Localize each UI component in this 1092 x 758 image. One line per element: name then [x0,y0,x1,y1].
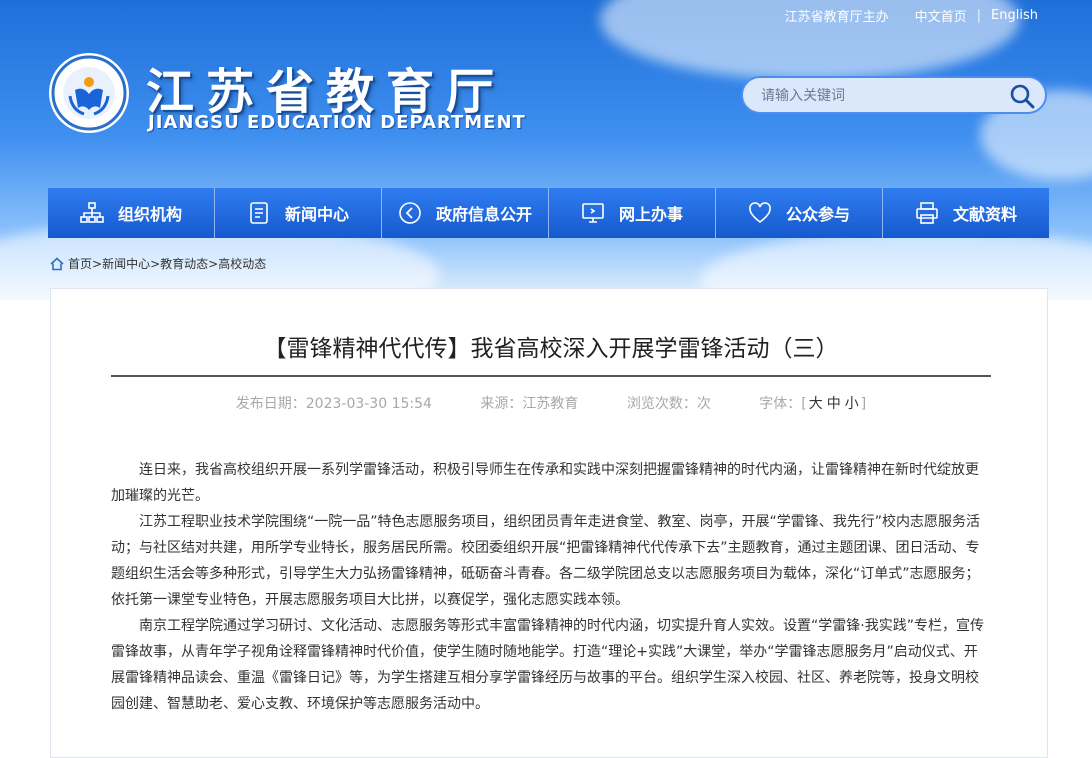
nav-item-online-service[interactable]: 网上办事 [549,188,716,238]
nav-label: 组织机构 [117,205,182,224]
search-input[interactable] [759,78,1003,114]
publish-date: 发布日期：2023-03-30 15:54 [235,396,432,412]
main-nav: 组织机构 新闻中心 政府信息公开 网上办事 公众参与 文献资料 [48,188,1049,238]
nav-label: 政府信息公开 [435,205,532,224]
article-source: 来源：江苏教育 [480,396,579,412]
font-size-control: 字体：[大中小] [759,396,866,412]
breadcrumb-university-news[interactable]: 高校动态 [218,255,266,272]
sponsor-link[interactable]: 江苏省教育厅主办 [785,6,889,25]
department-logo-icon[interactable] [48,52,130,134]
breadcrumb-news-center[interactable]: 新闻中心 [102,255,150,272]
article-paragraph: 江苏工程职业技术学院围绕“一院一品”特色志愿服务项目，组织团员青年走进食堂、教室… [111,514,981,608]
printer-icon [916,202,938,224]
font-size-medium[interactable]: 中 [827,396,841,412]
nav-label: 网上办事 [618,205,683,224]
breadcrumb-home[interactable]: 首页 [68,255,92,272]
breadcrumb-separator: > [92,256,103,271]
home-icon [50,256,64,270]
article-paragraph: 连日来，我省高校组织开展一系列学雷锋活动，积极引导师生在传承和实践中深刻把握雷锋… [111,462,979,504]
breadcrumb-education-news[interactable]: 教育动态 [160,255,208,272]
font-size-large[interactable]: 大 [809,396,823,412]
top-links: 江苏省教育厅主办 中文首页 | English [785,6,1038,25]
nav-label: 公众参与 [785,205,850,224]
nav-item-gov-info[interactable]: 政府信息公开 [382,188,549,238]
nav-item-news[interactable]: 新闻中心 [215,188,382,238]
org-chart-icon [80,202,104,223]
title-divider [111,375,991,377]
font-size-small[interactable]: 小 [845,396,859,412]
nav-item-public-participation[interactable]: 公众参与 [716,188,883,238]
breadcrumb: 首页 > 新闻中心 > 教育动态 > 高校动态 [50,255,266,272]
open-info-icon [399,202,421,224]
font-size-label: 字体：[ [759,396,807,412]
article-meta: 发布日期：2023-03-30 15:54 来源：江苏教育 浏览次数：次 字体：… [111,393,991,413]
monitor-icon [582,203,604,223]
heart-icon [749,202,771,224]
search-box [741,76,1047,114]
nav-label: 新闻中心 [284,205,349,224]
article-title: 【雷锋精神代代传】我省高校深入开展学雷锋活动（三） [263,336,839,362]
top-separator: | [976,8,982,23]
site-title-en: JIANGSU EDUCATION DEPARTMENT [148,112,526,133]
view-count: 浏览次数：次 [626,396,711,412]
nav-item-documents[interactable]: 文献资料 [883,188,1049,238]
nav-label: 文献资料 [952,205,1017,224]
chinese-home-link[interactable]: 中文首页 [915,6,967,25]
article-body: 连日来，我省高校组织开展一系列学雷锋活动，积极引导师生在传承和实践中深刻把握雷锋… [111,457,991,717]
breadcrumb-separator: > [150,256,161,271]
font-size-close: ] [860,396,867,412]
search-icon[interactable] [1009,83,1035,109]
english-link[interactable]: English [991,8,1038,23]
article-panel: 【雷锋精神代代传】我省高校深入开展学雷锋活动（三） 发布日期：2023-03-3… [50,288,1048,758]
article-paragraph: 南京工程学院通过学习研讨、文化活动、志愿服务等形式丰富雷锋精神的时代内涵，切实提… [111,618,984,712]
nav-item-organization[interactable]: 组织机构 [48,188,215,238]
breadcrumb-separator: > [208,256,219,271]
document-icon [250,202,268,224]
